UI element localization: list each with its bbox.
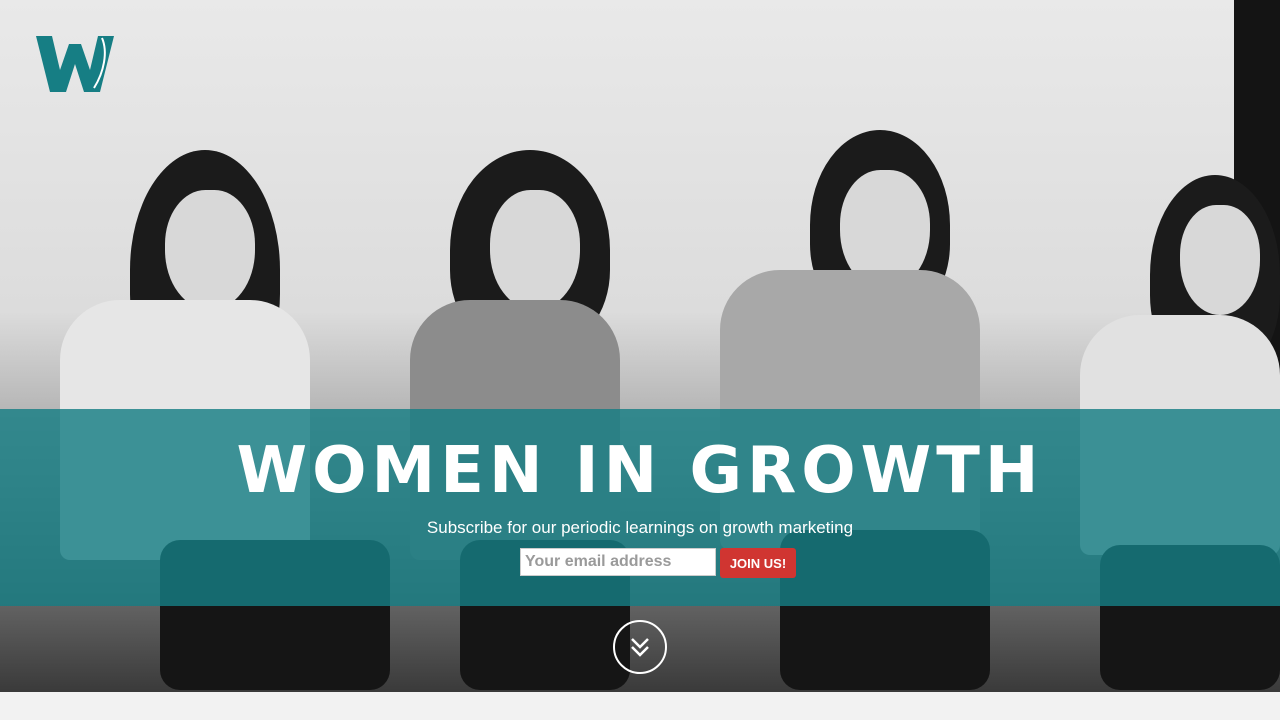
scroll-down-button[interactable] bbox=[613, 620, 667, 674]
email-input[interactable] bbox=[520, 548, 716, 576]
subscribe-form: JOIN US! bbox=[520, 548, 800, 578]
subscribe-tagline: Subscribe for our periodic learnings on … bbox=[426, 518, 854, 537]
hero-section: WOMEN IN GROWTH Subscribe for our period… bbox=[0, 0, 1280, 692]
double-chevron-down-icon bbox=[631, 638, 649, 657]
join-us-button[interactable]: JOIN US! bbox=[720, 548, 796, 578]
page-footer-strip bbox=[0, 692, 1280, 720]
page-title: WOMEN IN GROWTH bbox=[236, 434, 1044, 508]
brand-logo[interactable] bbox=[36, 36, 114, 94]
